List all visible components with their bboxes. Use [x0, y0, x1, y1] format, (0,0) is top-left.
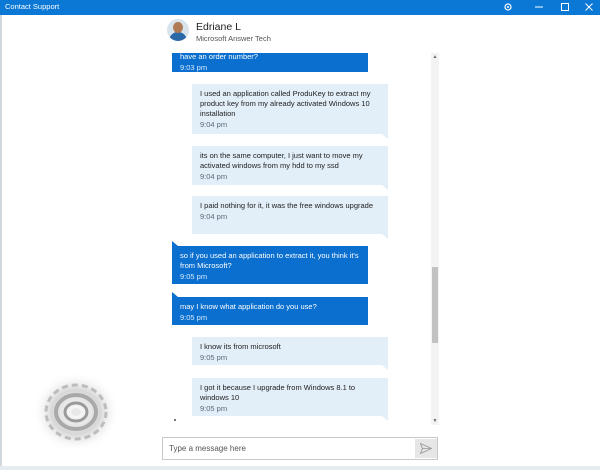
chat-scrollbar[interactable]: ▲ ▼ — [431, 53, 439, 425]
settings-icon[interactable] — [497, 0, 519, 15]
title-bar: Contact Support — [0, 0, 600, 15]
scrollbar-thumb[interactable] — [432, 267, 438, 343]
window-edge — [0, 15, 2, 470]
message-time: 9:04 pm — [200, 212, 228, 221]
message-bubble: have an order number? 9:03 pm — [172, 53, 368, 72]
minimize-button[interactable] — [528, 0, 550, 15]
maximize-button[interactable] — [554, 0, 576, 15]
message-text: may I know what application do you use? — [180, 302, 317, 311]
message-time: 9:04 pm — [200, 172, 228, 181]
chat-transcript[interactable]: have an order number? 9:03 pm I used an … — [165, 53, 430, 430]
message-composer — [162, 437, 438, 460]
message-time: 9:04 pm — [200, 120, 228, 129]
message-bubble: may I know what application do you use? … — [172, 292, 368, 325]
message-bubble: I paid nothing for it, it was the free w… — [192, 196, 388, 239]
message-bubble: I used an application called ProduKey to… — [192, 84, 388, 139]
message-time: 9:05 pm — [180, 313, 208, 322]
message-input[interactable] — [163, 438, 408, 459]
message-bubble: I got it because I upgrade from Windows … — [192, 378, 388, 421]
message-text: I used an application called ProduKey to… — [200, 89, 371, 118]
scroll-up-icon[interactable]: ▲ — [431, 53, 439, 61]
agent-role: Microsoft Answer Tech — [196, 34, 271, 43]
message-time: 9:05 pm — [180, 272, 208, 281]
typing-indicator — [174, 419, 176, 421]
message-bubble: I know its from microsoft 9:05 pm — [192, 337, 388, 370]
close-button[interactable] — [578, 0, 600, 15]
message-text: I paid nothing for it, it was the free w… — [200, 201, 374, 210]
message-text: its on the same computer, I just want to… — [200, 151, 363, 170]
window-title: Contact Support — [5, 2, 60, 11]
message-text: so if you used an application to extract… — [180, 251, 359, 270]
avatar — [167, 19, 189, 41]
scroll-down-icon[interactable]: ▼ — [431, 417, 439, 425]
message-text: I got it because I upgrade from Windows … — [200, 383, 356, 402]
send-button[interactable] — [415, 439, 437, 458]
chat-header: Edriane L Microsoft Answer Tech — [165, 15, 440, 53]
message-time: 9:05 pm — [200, 353, 228, 362]
message-time: 9:03 pm — [180, 63, 208, 72]
message-bubble: its on the same computer, I just want to… — [192, 146, 388, 190]
message-text: I know its from microsoft — [200, 342, 281, 351]
window-bottom-edge — [0, 466, 600, 470]
swirl-decoration-icon — [32, 372, 120, 452]
send-icon — [420, 443, 432, 454]
agent-name: Edriane L — [196, 21, 241, 33]
message-text: have an order number? — [180, 53, 258, 61]
message-bubble: so if you used an application to extract… — [172, 241, 368, 284]
message-time: 9:05 pm — [200, 404, 228, 413]
